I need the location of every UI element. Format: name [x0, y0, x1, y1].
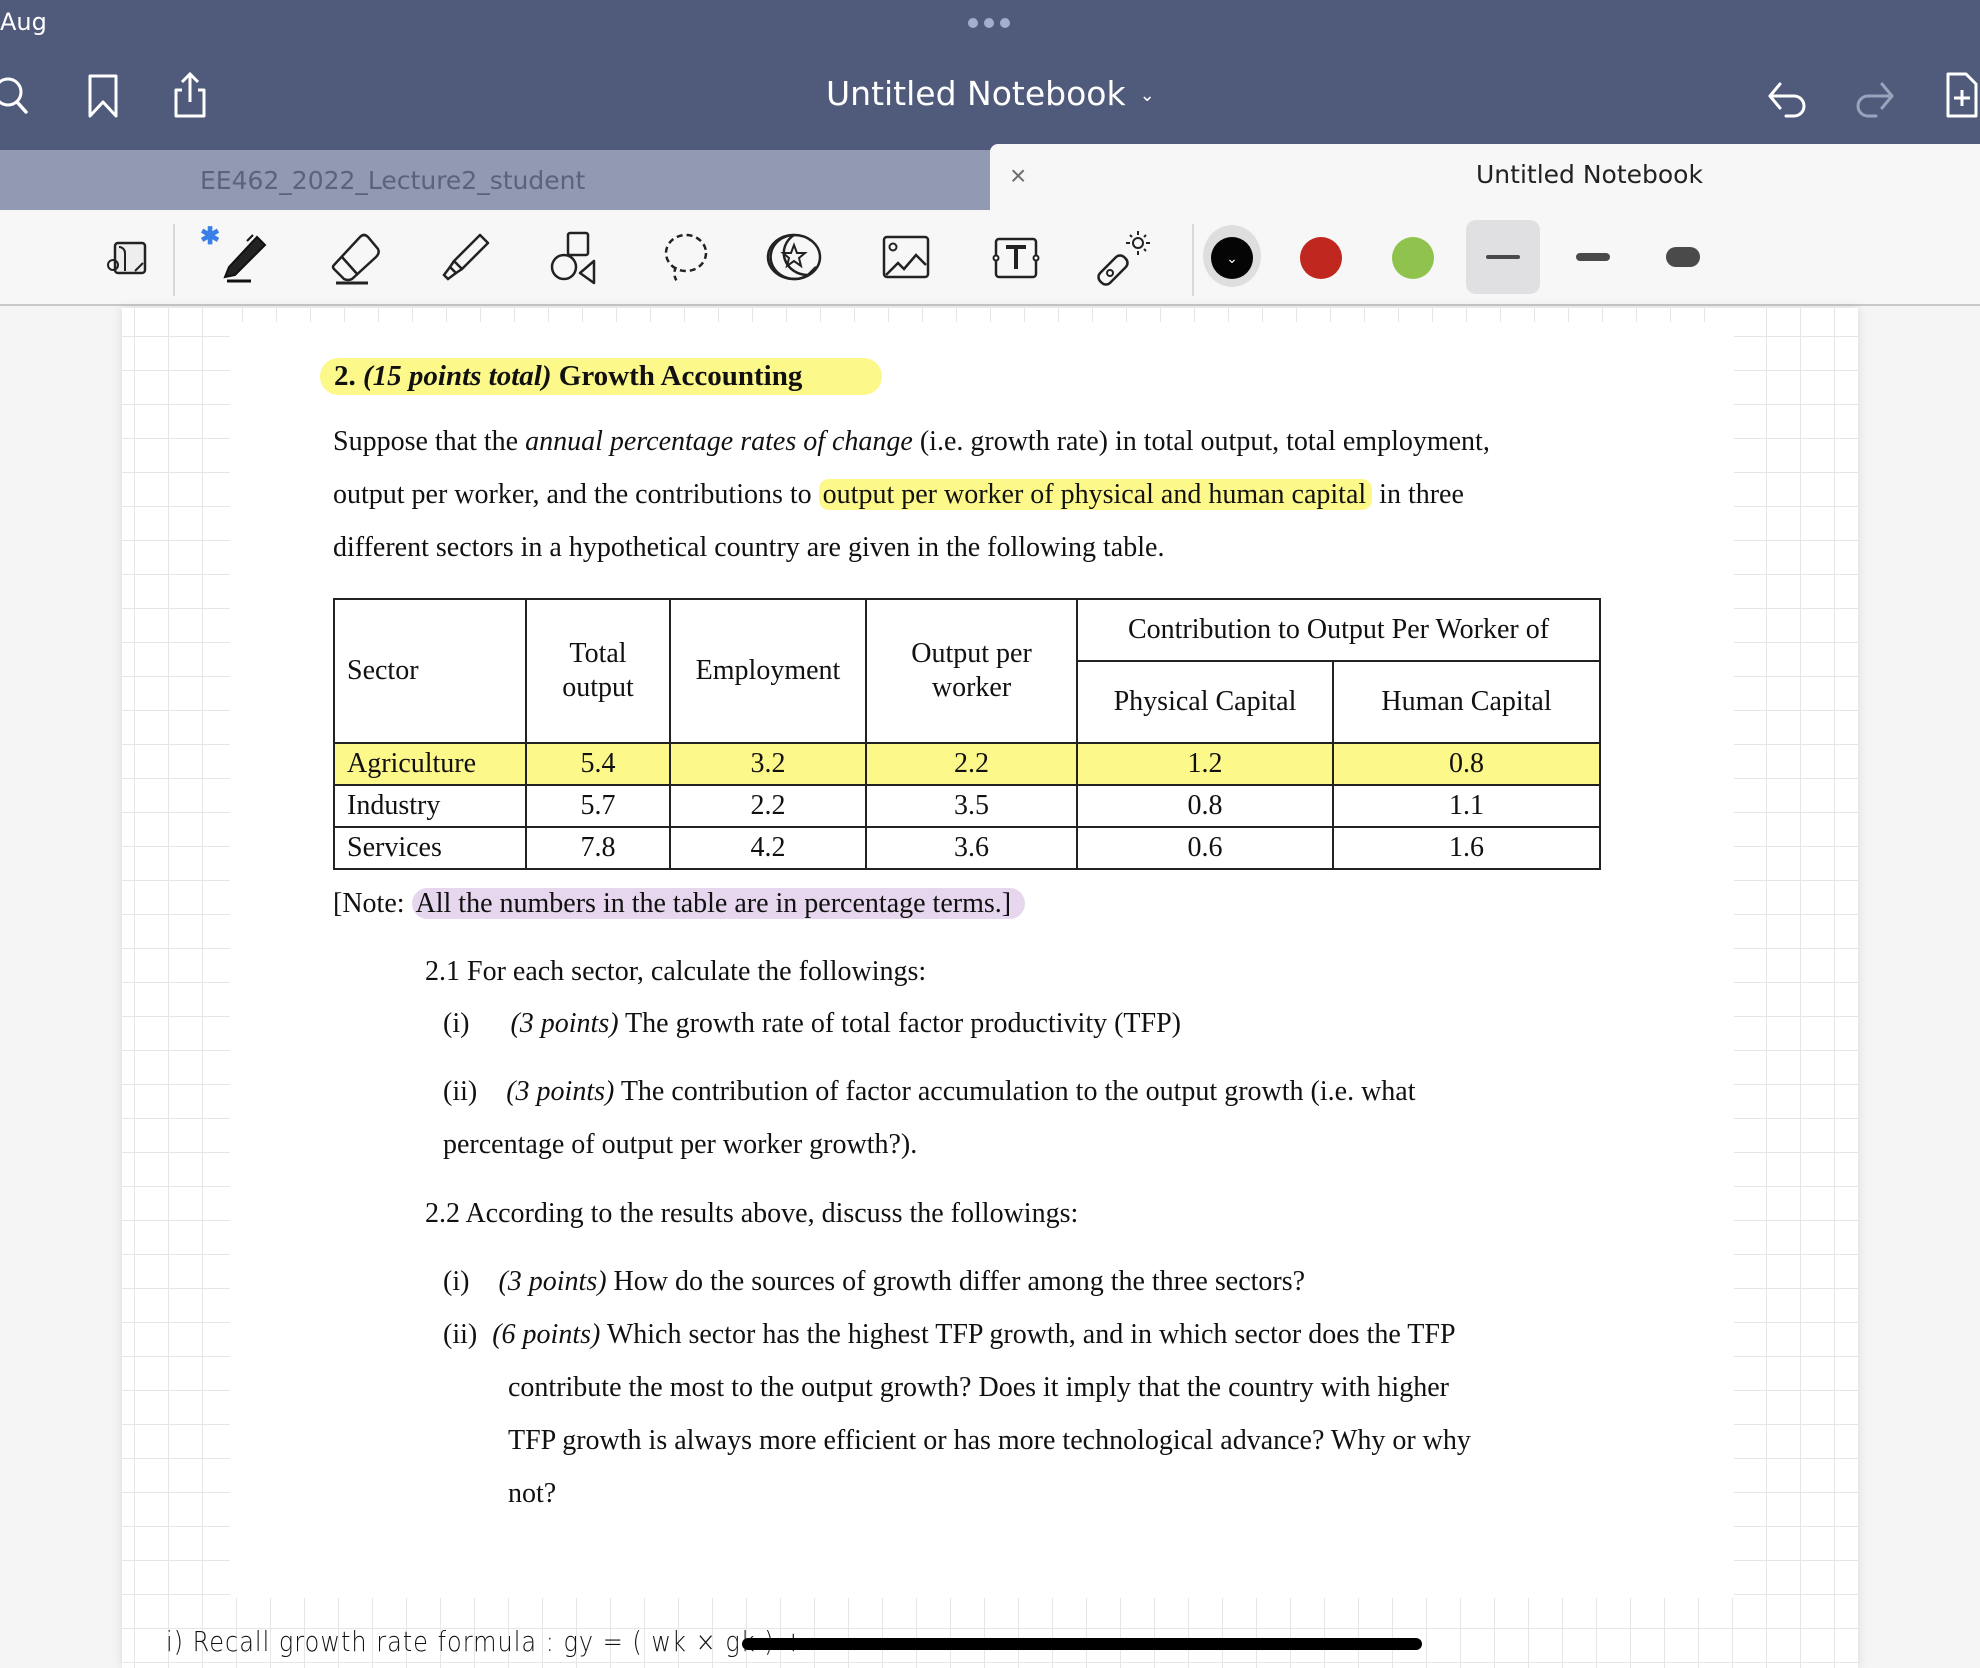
notebook-title-dropdown[interactable]: Untitled Notebook ⌄ [826, 74, 1155, 113]
top-navigation-bar: Aug Untitled Notebook ⌄ [0, 0, 1980, 150]
close-tab-icon[interactable]: × [1010, 160, 1026, 192]
color-swatch-black[interactable]: ⌄ [1211, 237, 1253, 279]
header-physical-capital: Physical Capital [1076, 660, 1334, 744]
q2-2-ii-line4: not? [508, 1478, 557, 1509]
color-swatch-green[interactable] [1392, 237, 1434, 279]
tab-lecture2[interactable]: EE462_2022_Lecture2_student [0, 150, 990, 210]
growth-data-table: Sector Total output Employment Output pe… [333, 598, 1601, 870]
q2-2-ii-line3: TFP growth is always more efficient or h… [508, 1425, 1471, 1456]
chevron-down-icon: ⌄ [1139, 85, 1155, 106]
pen-tool-icon[interactable] [209, 224, 279, 292]
q2-2-ii-line2: contribute the most to the output growth… [508, 1372, 1449, 1403]
add-page-icon[interactable] [1944, 70, 1980, 120]
q2-2-ii: (ii) (6 points) Which sector has the hig… [443, 1319, 1456, 1350]
pdf-page-content: 2. (15 points total) Growth Accounting S… [230, 308, 1734, 1598]
image-tool-icon[interactable] [870, 224, 940, 292]
multitasking-dots-icon[interactable] [968, 18, 1010, 28]
tab-label: Untitled Notebook [1476, 160, 1703, 189]
drawing-toolbar: ✱ ⌄ [0, 210, 1980, 306]
notebook-title: Untitled Notebook [826, 74, 1126, 113]
share-icon[interactable] [168, 70, 212, 120]
eraser-tool-icon[interactable] [320, 224, 390, 292]
q2-1-i: (i) (3 points) The growth rate of total … [443, 1008, 1181, 1039]
toolbar-divider [173, 224, 175, 296]
redo-icon[interactable] [1852, 70, 1896, 120]
header-human-capital: Human Capital [1332, 660, 1601, 744]
laser-pointer-icon[interactable] [1090, 224, 1160, 292]
search-icon[interactable] [0, 70, 36, 120]
header-contribution-group: Contribution to Output Per Worker of [1076, 598, 1601, 662]
bookmark-icon[interactable] [82, 70, 126, 120]
color-swatch-red[interactable] [1300, 237, 1342, 279]
grid-edge [230, 308, 1734, 322]
header-employment: Employment [669, 598, 867, 744]
tab-bar: EE462_2022_Lecture2_student × Untitled N… [0, 144, 1980, 210]
highlighted-phrase: output per worker of physical and human … [818, 479, 1373, 510]
header-total-output: Total output [525, 598, 671, 744]
undo-icon[interactable] [1766, 70, 1810, 120]
q2-1-ii: (ii) (3 points) The contribution of fact… [443, 1076, 1416, 1107]
lasso-tool-icon[interactable] [650, 224, 720, 292]
grid-page[interactable]: 2. (15 points total) Growth Accounting S… [122, 308, 1858, 1668]
toolbar-divider [1192, 224, 1194, 296]
status-date: Aug [0, 8, 47, 36]
chevron-down-icon: ⌄ [1226, 249, 1238, 266]
highlighter-tool-icon[interactable] [430, 224, 500, 292]
table-row: Industry 5.7 2.2 3.5 0.8 1.1 [333, 784, 1601, 828]
q2-2-title: 2.2 According to the results above, disc… [425, 1198, 1079, 1229]
table-row: Agriculture 5.4 3.2 2.2 1.2 0.8 [333, 742, 1601, 786]
text-tool-icon[interactable] [980, 224, 1050, 292]
q2-1-ii-cont: percentage of output per worker growth?)… [443, 1129, 918, 1160]
stroke-width-thick[interactable] [1646, 220, 1720, 294]
q2-1-title: 2.1 For each sector, calculate the follo… [425, 956, 927, 987]
highlighted-note: All the numbers in the table are in perc… [411, 888, 1026, 919]
intro-line-1: Suppose that the annual percentage rates… [333, 426, 1490, 457]
header-output-per-worker: Output per worker [865, 598, 1078, 744]
handwritten-note: i) Recall growth rate formula : gy = ( w… [166, 1625, 805, 1659]
shapes-tool-icon[interactable] [540, 224, 610, 292]
intro-line-2: output per worker, and the contributions… [333, 479, 1464, 510]
notebook-canvas[interactable]: 2. (15 points total) Growth Accounting S… [0, 308, 1980, 1668]
table-note: [Note: All the numbers in the table are … [333, 888, 1026, 920]
elements-sticker-icon[interactable] [760, 224, 830, 292]
stroke-width-medium[interactable] [1556, 220, 1630, 294]
table-row: Services 7.8 4.2 3.6 0.6 1.6 [333, 826, 1601, 870]
header-sector: Sector [333, 598, 527, 744]
stroke-width-thin[interactable] [1466, 220, 1540, 294]
question-heading: 2. (15 points total) Growth Accounting [320, 358, 883, 395]
read-only-toggle-icon[interactable] [97, 224, 167, 292]
q2-2-i: (i) (3 points) How do the sources of gro… [443, 1266, 1306, 1297]
tab-label: EE462_2022_Lecture2_student [200, 166, 586, 195]
pen-stroke-scribble [742, 1638, 1422, 1650]
tab-untitled-notebook[interactable]: × Untitled Notebook [990, 144, 1980, 210]
intro-line-3: different sectors in a hypothetical coun… [333, 532, 1165, 563]
